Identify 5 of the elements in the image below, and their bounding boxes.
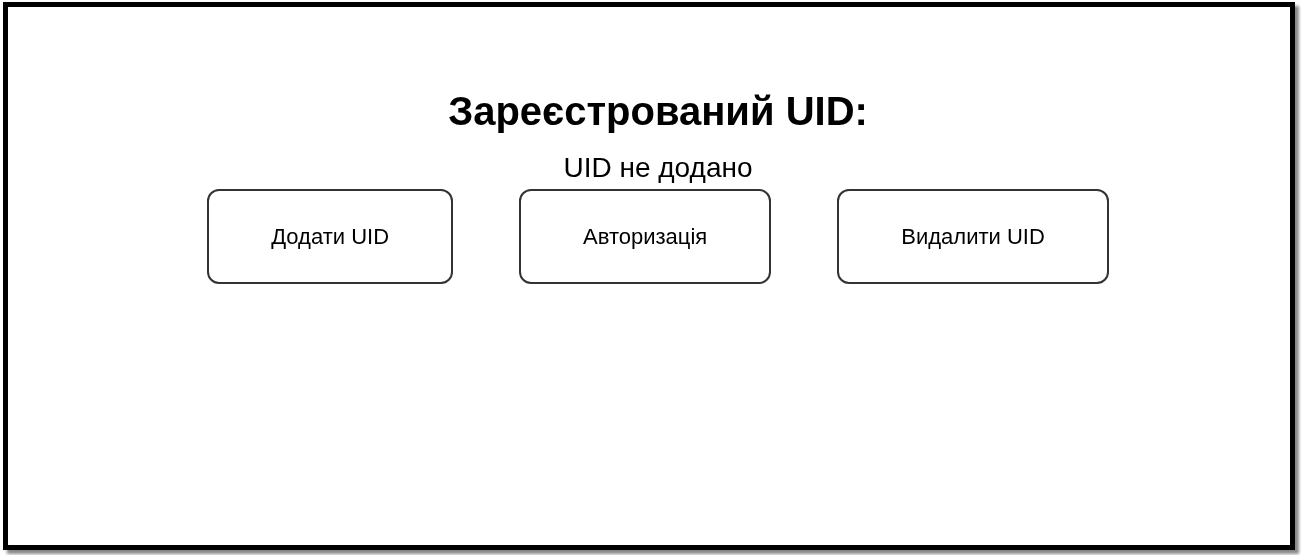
action-button[interactable]: Видалити UID	[837, 189, 1109, 284]
action-button[interactable]: Авторизація	[519, 189, 772, 284]
action-button[interactable]: Додати UID	[207, 189, 454, 284]
page-title: Зареєстрований UID:	[448, 88, 868, 135]
uid-status-text: UID не додано	[563, 151, 753, 185]
